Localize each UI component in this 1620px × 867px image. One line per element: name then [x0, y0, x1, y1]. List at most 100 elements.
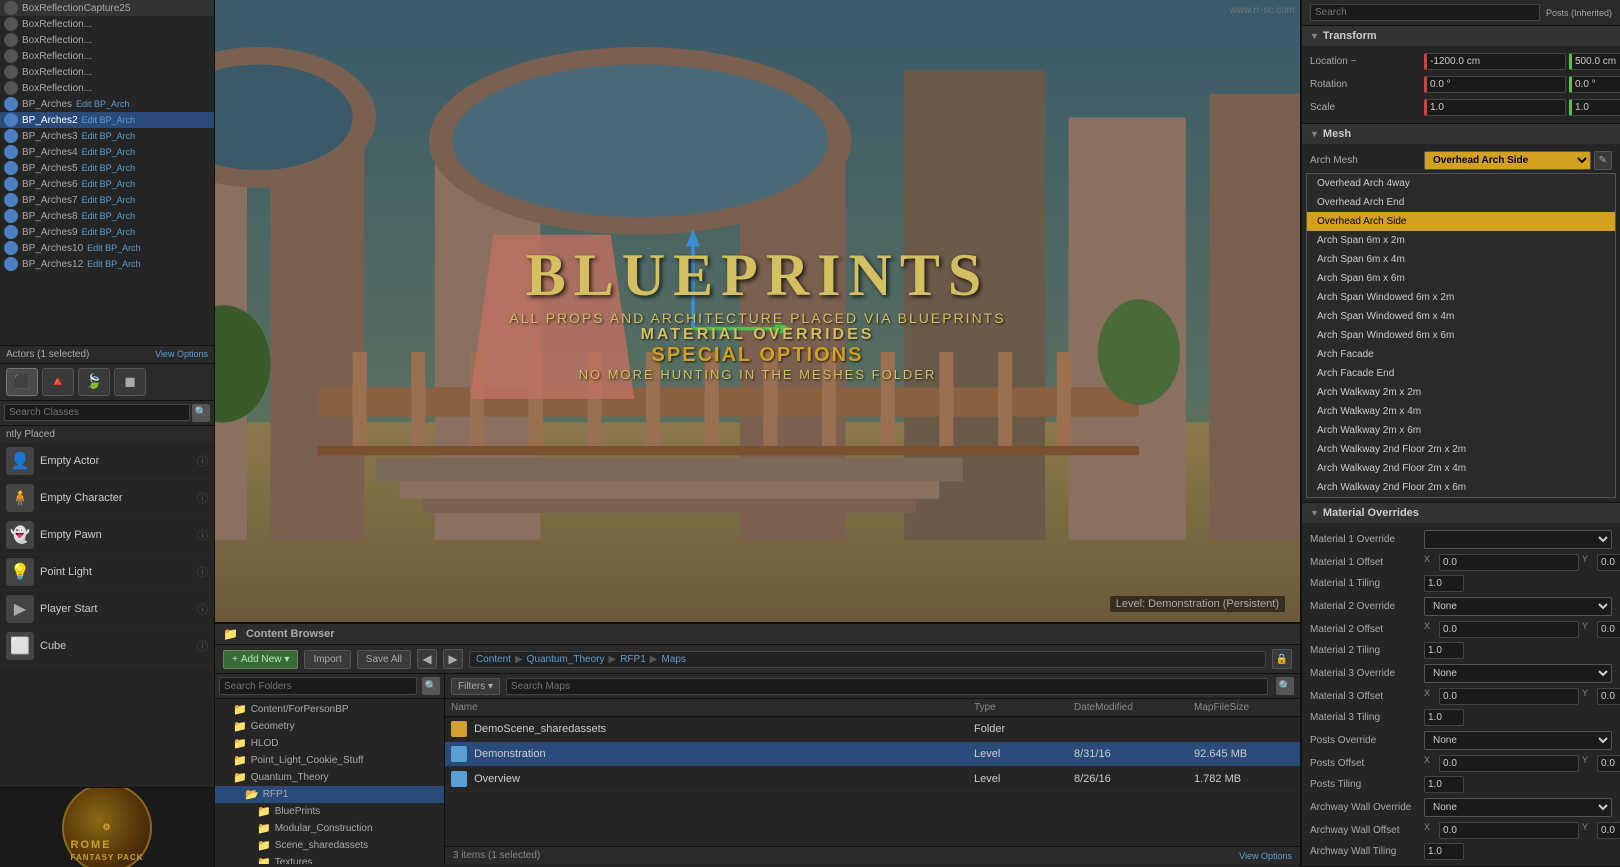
dd-item-walkway-2x4[interactable]: Arch Walkway 2m x 4m — [1307, 402, 1615, 421]
outliner-item-bp-arches5[interactable]: BP_Arches5 Edit BP_Arch — [0, 160, 214, 176]
dd-item-overhead-4way[interactable]: Overhead Arch 4way — [1307, 174, 1615, 193]
empty-character-info-btn[interactable]: ⓘ — [197, 490, 208, 506]
point-light-info-btn[interactable]: ⓘ — [197, 564, 208, 580]
rp-search-input[interactable] — [1310, 4, 1540, 21]
empty-actor-info-btn[interactable]: ⓘ — [197, 453, 208, 469]
file-row-demoscene[interactable]: DemoScene_sharedassets Folder — [445, 717, 1300, 742]
archway-wall-override-dropdown[interactable]: None — [1424, 798, 1612, 817]
folder-textures[interactable]: 📁 Textures — [215, 854, 444, 864]
outliner-item-bp-arches6[interactable]: BP_Arches6 Edit BP_Arch — [0, 176, 214, 192]
posts-tiling-input[interactable] — [1424, 776, 1464, 793]
folder-quantum-theory[interactable]: 📁 Quantum_Theory — [215, 769, 444, 786]
outliner-item-reflection1[interactable]: BoxReflectionCapture25 — [0, 0, 214, 16]
placed-cube[interactable]: ⬜ Cube ⓘ — [0, 628, 214, 665]
breadcrumb-quantum[interactable]: Quantum_Theory — [527, 654, 605, 665]
lock-btn[interactable]: 🔒 — [1272, 649, 1292, 669]
folder-point-light-cookie[interactable]: 📁 Point_Light_Cookie_Stuff — [215, 752, 444, 769]
cb-search-btn[interactable]: 🔍 — [422, 677, 440, 695]
outliner-item-bp-arches4[interactable]: BP_Arches4 Edit BP_Arch — [0, 144, 214, 160]
mat1-override-dropdown[interactable] — [1424, 530, 1612, 549]
nav-forward-btn[interactable]: ▶ — [443, 649, 463, 669]
folder-hlod[interactable]: 📁 HLOD — [215, 735, 444, 752]
rotation-x-input[interactable] — [1424, 76, 1566, 93]
folder-geometry[interactable]: 📁 Geometry — [215, 718, 444, 735]
file-row-demonstration[interactable]: Demonstration Level 8/31/16 92.645 MB — [445, 742, 1300, 767]
dd-item-overhead-side[interactable]: Overhead Arch Side — [1307, 212, 1615, 231]
dd-item-arch-span-6m[interactable]: Arch Span 6m x 6m — [1307, 269, 1615, 288]
dd-item-arch-facade[interactable]: Arch Facade — [1307, 345, 1615, 364]
place-mode-btn[interactable]: ⬛ — [6, 368, 38, 396]
placed-point-light[interactable]: 💡 Point Light ⓘ — [0, 554, 214, 591]
breadcrumb-content[interactable]: Content — [476, 654, 511, 665]
folder-modular-construction[interactable]: 📁 Modular_Construction — [215, 820, 444, 837]
mat3-override-dropdown[interactable]: None — [1424, 664, 1612, 683]
dd-item-walkway-2nd-2x6[interactable]: Arch Walkway 2nd Floor 2m x 6m — [1307, 478, 1615, 497]
outliner-item-bp-arches3[interactable]: BP_Arches3 Edit BP_Arch — [0, 128, 214, 144]
mat3-offset-y-input[interactable] — [1597, 688, 1620, 705]
filters-button[interactable]: Filters ▾ — [451, 678, 500, 695]
mat1-offset-y-input[interactable] — [1597, 554, 1620, 571]
cube-info-btn[interactable]: ⓘ — [197, 638, 208, 654]
outliner-item-bp-arches10[interactable]: BP_Arches10 Edit BP_Arch — [0, 240, 214, 256]
scale-x-input[interactable] — [1424, 99, 1566, 116]
landscape-mode-btn[interactable]: 🔺 — [42, 368, 74, 396]
empty-pawn-info-btn[interactable]: ⓘ — [197, 527, 208, 543]
dd-item-overhead-end[interactable]: Overhead Arch End — [1307, 193, 1615, 212]
mesh-section-header[interactable]: ▼ Mesh — [1302, 124, 1620, 144]
placed-empty-actor[interactable]: 👤 Empty Actor ⓘ — [0, 443, 214, 480]
outliner-item-bp-arches12[interactable]: BP_Arches12 Edit BP_Arch — [0, 256, 214, 272]
file-row-overview[interactable]: Overview Level 8/26/16 1.782 MB — [445, 767, 1300, 792]
dd-item-arch-span-2m[interactable]: Arch Span 6m x 2m — [1307, 231, 1615, 250]
dd-item-arch-windowed-6m[interactable]: Arch Span Windowed 6m x 6m — [1307, 326, 1615, 345]
scale-y-input[interactable] — [1569, 99, 1620, 116]
outliner-item-reflection5[interactable]: BoxReflection... — [0, 64, 214, 80]
mat3-offset-x-input[interactable] — [1439, 688, 1579, 705]
placed-player-start[interactable]: ▶ Player Start ⓘ — [0, 591, 214, 628]
dd-item-arch-facade-end[interactable]: Arch Facade End — [1307, 364, 1615, 383]
mat2-offset-y-input[interactable] — [1597, 621, 1620, 638]
placed-empty-character[interactable]: 🧍 Empty Character ⓘ — [0, 480, 214, 517]
save-all-button[interactable]: Save All — [357, 650, 411, 669]
mat2-offset-x-input[interactable] — [1439, 621, 1579, 638]
outliner-item-reflection4[interactable]: BoxReflection... — [0, 48, 214, 64]
folder-forpersonbp[interactable]: 📁 Content/ForPersonBP — [215, 701, 444, 718]
breadcrumb-rfp1[interactable]: RFP1 — [620, 654, 646, 665]
player-start-info-btn[interactable]: ⓘ — [197, 601, 208, 617]
cb-search-folders-input[interactable] — [219, 677, 417, 695]
dd-item-walkway-2x2[interactable]: Arch Walkway 2m x 2m — [1307, 383, 1615, 402]
cb-search-maps-input[interactable] — [506, 678, 1268, 695]
outliner-item-bp-arches7[interactable]: BP_Arches7 Edit BP_Arch — [0, 192, 214, 208]
mat1-tiling-input[interactable] — [1424, 575, 1464, 592]
dd-item-arch-span-4m[interactable]: Arch Span 6m x 4m — [1307, 250, 1615, 269]
cb-view-options-btn[interactable]: View Options — [1239, 851, 1292, 861]
dd-item-walkway-2nd-2x4[interactable]: Arch Walkway 2nd Floor 2m x 4m — [1307, 459, 1615, 478]
posts-override-dropdown[interactable]: None — [1424, 731, 1612, 750]
outliner-item-reflection3[interactable]: BoxReflection... — [0, 32, 214, 48]
add-new-button[interactable]: + Add New ▾ — [223, 650, 298, 669]
rotation-y-input[interactable] — [1569, 76, 1620, 93]
outliner-item-bp-arches8[interactable]: BP_Arches8 Edit BP_Arch — [0, 208, 214, 224]
foliage-mode-btn[interactable]: 🍃 — [78, 368, 110, 396]
dd-item-arch-windowed-2m[interactable]: Arch Span Windowed 6m x 2m — [1307, 288, 1615, 307]
search-classes-input[interactable] — [4, 404, 190, 421]
import-button[interactable]: Import — [304, 650, 350, 669]
cb-search-maps-btn[interactable]: 🔍 — [1276, 677, 1294, 695]
location-y-input[interactable] — [1569, 53, 1620, 70]
posts-offset-x-input[interactable] — [1439, 755, 1579, 772]
search-classes-btn[interactable]: 🔍 — [192, 404, 210, 422]
mat3-tiling-input[interactable] — [1424, 709, 1464, 726]
nav-back-btn[interactable]: ◀ — [417, 649, 437, 669]
folder-rfp1[interactable]: 📂 RFP1 — [215, 786, 444, 803]
outliner-item-reflection2[interactable]: BoxReflection... — [0, 16, 214, 32]
outliner-item-bp-arches2[interactable]: BP_Arches2 Edit BP_Arch — [0, 112, 214, 128]
outliner-item-reflection6[interactable]: BoxReflection... — [0, 80, 214, 96]
dd-item-walkway-2nd-2x2[interactable]: Arch Walkway 2nd Floor 2m x 2m — [1307, 440, 1615, 459]
mat2-tiling-input[interactable] — [1424, 642, 1464, 659]
breadcrumb-maps[interactable]: Maps — [661, 654, 685, 665]
archway-wall-offset-x-input[interactable] — [1439, 822, 1579, 839]
material-overrides-header[interactable]: ▼ Material Overrides — [1302, 503, 1620, 523]
mat2-override-dropdown[interactable]: None — [1424, 597, 1612, 616]
archway-wall-tiling-input[interactable] — [1424, 843, 1464, 860]
archway-wall-offset-y-input[interactable] — [1597, 822, 1620, 839]
dd-item-walkway-2x6[interactable]: Arch Walkway 2m x 6m — [1307, 421, 1615, 440]
